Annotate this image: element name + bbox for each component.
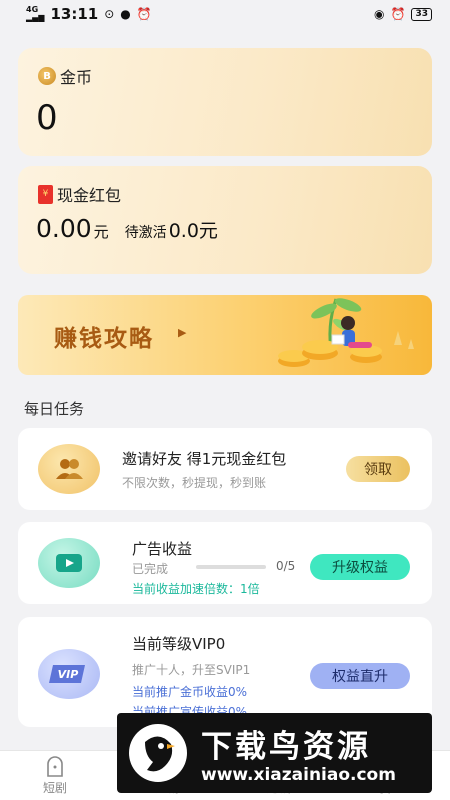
coin-balance: 0 — [36, 98, 58, 138]
pending-value: 0.0元 — [168, 220, 218, 242]
banner-arrow-icon: ▶ — [178, 326, 187, 339]
invite-task-subtitle: 不限次数，秒提现，秒到账 — [122, 476, 267, 490]
watermark-overlay: 下载鸟资源 www.xiazainiao.com — [117, 713, 432, 793]
vip-level-title: 当前等级VIP0 — [132, 635, 226, 653]
ad-done-label: 已完成 — [132, 562, 169, 576]
invite-task-title: 邀请好友 得1元现金红包 — [122, 450, 287, 468]
battery-icon: 33 — [411, 7, 432, 21]
ad-task-title: 广告收益 — [132, 540, 193, 558]
vip-badge-text: VIP — [58, 668, 79, 681]
video-icon — [38, 538, 100, 588]
vip-level-card: VIP 当前等级VIP0 推广十人，升至SVIP1 当前推广金币收益0% 当前推… — [18, 617, 432, 727]
location-icon: ◉ — [374, 7, 385, 21]
ad-multiplier-text: 当前收益加速倍数：1倍 — [132, 582, 260, 596]
alarm-icon: ⏰ — [136, 7, 152, 21]
rights-boost-button[interactable]: 权益直升 — [310, 663, 410, 689]
earning-guide-banner[interactable]: 赚钱攻略 ▶ — [18, 295, 432, 375]
cash-label: 现金红包 — [57, 186, 122, 205]
message-icon: ● — [120, 7, 131, 21]
upgrade-rights-button[interactable]: 升级权益 — [310, 554, 410, 580]
bird-logo-icon — [129, 724, 187, 782]
vip-coin-income: 当前推广金币收益0% — [132, 685, 248, 699]
status-bar: 4G ▂▄▆ 13:11 ⊙ ● ⏰ ◉ ⏰ 33 — [0, 0, 450, 28]
banner-title: 赚钱攻略 — [54, 326, 154, 352]
cash-balance-row: 0.00 元 待激活 0.0元 — [36, 214, 218, 243]
screen-record-icon: ⊙ — [104, 7, 115, 21]
watermark-title: 下载鸟资源 — [201, 729, 371, 765]
vip-badge-icon: VIP — [38, 649, 100, 699]
short-drama-icon — [47, 756, 63, 777]
cash-card[interactable]: ¥ 现金红包 0.00 元 待激活 0.0元 — [18, 166, 432, 274]
daily-tasks-title: 每日任务 — [24, 400, 85, 418]
clock: 13:11 — [50, 5, 99, 23]
invite-task-card: 邀请好友 得1元现金红包 不限次数，秒提现，秒到账 领取 — [18, 428, 432, 510]
claim-button[interactable]: 领取 — [346, 456, 410, 482]
network-label: 4G — [26, 5, 39, 14]
invite-friends-icon — [38, 444, 100, 494]
cash-card-title: ¥ 现金红包 — [38, 182, 121, 206]
coin-card-title: B 金币 — [38, 64, 92, 88]
tab-short-drama[interactable]: 短剧 — [20, 755, 90, 796]
cash-balance: 0.00 — [36, 214, 92, 243]
ad-progress-bar — [196, 565, 266, 569]
ad-progress-text: 0/5 — [276, 559, 296, 573]
red-envelope-icon: ¥ — [38, 184, 53, 204]
coin-card[interactable]: B 金币 0 — [18, 48, 432, 156]
ad-revenue-task-card: 广告收益 已完成 0/5 当前收益加速倍数：1倍 升级权益 — [18, 522, 432, 604]
network-indicator: 4G ▂▄▆ — [26, 5, 45, 22]
watermark-url: www.xiazainiao.com — [201, 765, 396, 785]
pending-label: 待激活 — [124, 225, 167, 241]
vip-subtitle: 推广十人，升至SVIP1 — [132, 663, 251, 677]
tab-label-short-drama: 短剧 — [42, 781, 67, 795]
coin-label: 金币 — [60, 68, 93, 87]
banner-illustration — [278, 298, 414, 367]
cash-unit: 元 — [93, 223, 109, 241]
coin-icon: B — [38, 67, 56, 85]
alarm-icon: ⏰ — [390, 7, 406, 21]
